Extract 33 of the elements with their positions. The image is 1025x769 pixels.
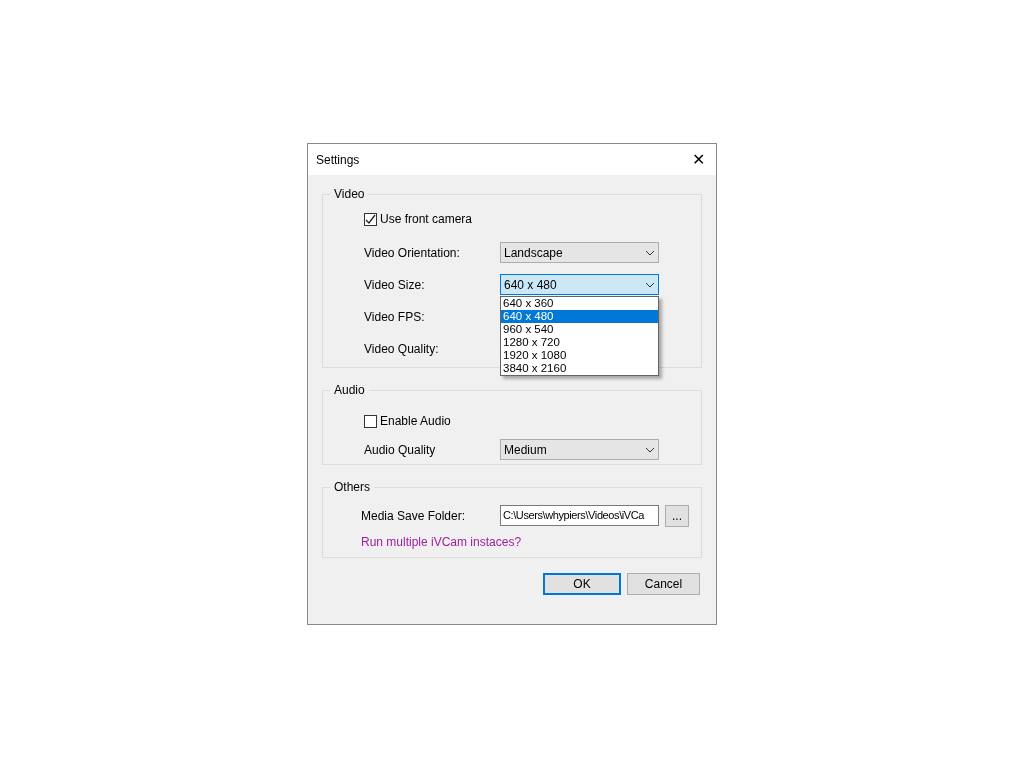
browse-button[interactable]: ...: [665, 504, 689, 527]
checkbox[interactable]: [364, 212, 377, 226]
audio-quality-label: Audio Quality: [364, 441, 437, 459]
chevron-down-icon: [645, 446, 655, 453]
folder-path-field[interactable]: C:\Users\whypiers\Videos\iVCa: [500, 505, 659, 526]
checkbox[interactable]: [364, 414, 377, 428]
chevron-down-icon: [645, 249, 655, 256]
dropdown[interactable]: Landscape: [500, 242, 659, 263]
field-label: Video FPS:: [364, 308, 426, 326]
window-title: Settings: [316, 151, 360, 169]
close-button[interactable]: ✕: [688, 149, 708, 170]
checkbox-label: Use front camera: [380, 211, 473, 228]
dropdown-option[interactable]: 640 x 480: [501, 310, 658, 323]
media-save-folder-label: Media Save Folder:: [361, 507, 467, 525]
checkbox-label: Enable Audio: [380, 413, 451, 430]
dropdown-option[interactable]: 1280 x 720: [501, 336, 658, 349]
audio-quality-dropdown[interactable]: Medium: [500, 439, 659, 460]
chevron-down-icon: [645, 281, 655, 288]
dialog-button[interactable]: Cancel: [627, 573, 700, 595]
field-label: Video Size:: [364, 276, 426, 294]
group-title: Others: [333, 479, 371, 496]
dropdown-option[interactable]: 640 x 360: [501, 297, 658, 310]
group-title: Audio: [333, 382, 366, 399]
dropdown[interactable]: 640 x 480: [500, 274, 659, 295]
dropdown-option[interactable]: 3840 x 2160: [501, 362, 658, 375]
dropdown-option[interactable]: 960 x 540: [501, 323, 658, 336]
field-label: Video Quality:: [364, 340, 440, 358]
dialog-button[interactable]: OK: [543, 573, 621, 595]
checkmark-icon: [365, 213, 376, 225]
field-label: Video Orientation:: [364, 244, 461, 262]
dropdown-option[interactable]: 1920 x 1080: [501, 349, 658, 362]
help-link[interactable]: Run multiple iVCam instaces?: [361, 533, 701, 551]
group-title: Video: [333, 186, 366, 203]
